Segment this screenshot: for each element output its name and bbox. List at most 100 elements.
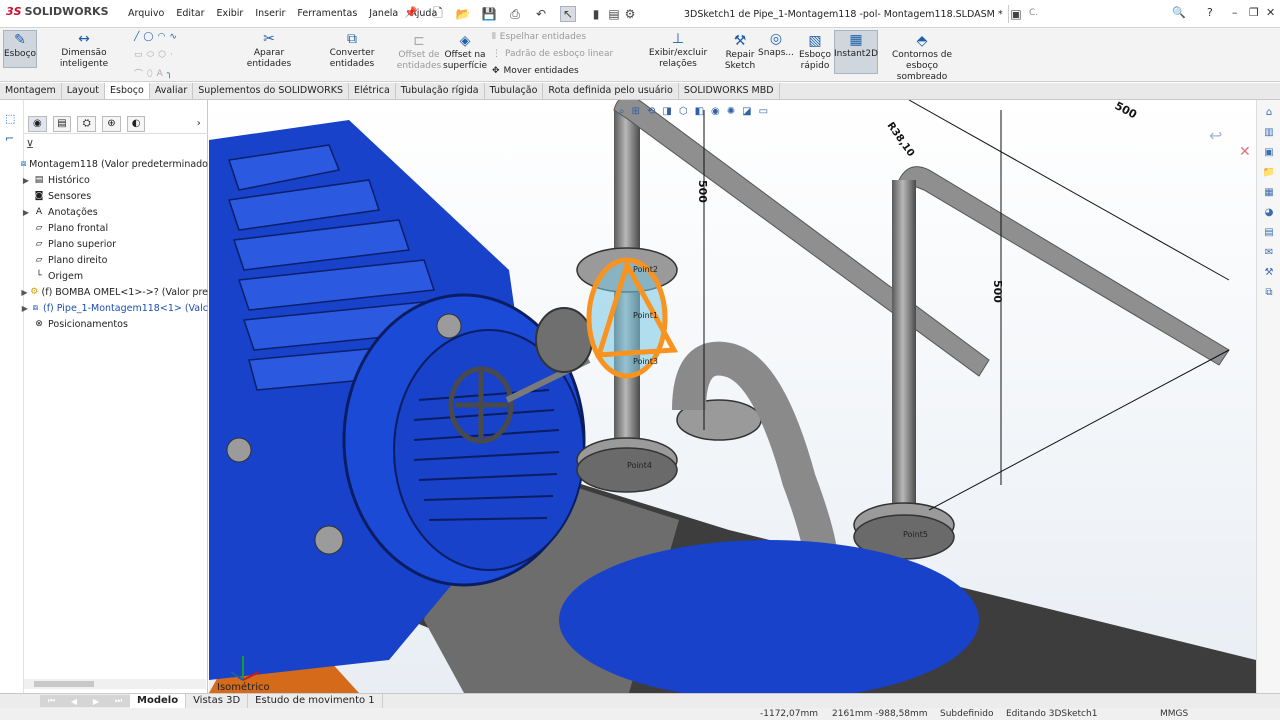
sketch-3d-icon[interactable]: ⬚ bbox=[5, 112, 15, 125]
tab-solidworks-mbd[interactable]: SOLIDWORKS MBD bbox=[679, 83, 780, 99]
mirror-entities-button[interactable]: ⫴ Espelhar entidades bbox=[492, 32, 586, 42]
point-label[interactable]: Point3 bbox=[633, 357, 658, 366]
expand-arrow-icon[interactable]: ▶ bbox=[20, 304, 30, 313]
display-relations-button[interactable]: ⊥ Exibir/excluir relações bbox=[632, 30, 724, 70]
status-units[interactable]: MMGS bbox=[1160, 709, 1188, 719]
tree-item-historico[interactable]: ▶ ▤ Histórico bbox=[20, 172, 208, 188]
search-input[interactable]: C. bbox=[1008, 5, 1170, 23]
route-icon[interactable]: ⌐ bbox=[5, 132, 14, 145]
expand-arrow-icon[interactable]: ▶ bbox=[20, 208, 32, 217]
tree-item-plano-frontal[interactable]: ▱ Plano frontal bbox=[20, 220, 208, 236]
horizontal-scrollbar[interactable] bbox=[24, 679, 206, 689]
menu-janela[interactable]: Janela bbox=[363, 8, 404, 19]
linear-pattern-button[interactable]: ⋮ Padrão de esboço linear bbox=[492, 49, 613, 59]
confirm-sketch-icon[interactable]: ↩ bbox=[1209, 126, 1222, 145]
esboco-button[interactable]: ✎ Esboço bbox=[3, 30, 37, 68]
rapid-sketch-button[interactable]: ▧ Esboço rápido bbox=[797, 32, 833, 72]
dimxpert-tab-icon[interactable]: ⊕ bbox=[102, 115, 121, 132]
tree-root[interactable]: ⧈ Montagem118 (Valor predeterminado bbox=[20, 156, 208, 172]
configuration-manager-tab-icon[interactable]: ⛭ bbox=[77, 115, 97, 132]
menu-inserir[interactable]: Inserir bbox=[249, 8, 291, 19]
display-manager-tab-icon[interactable]: ◐ bbox=[126, 115, 146, 132]
tree-item-posicionamentos[interactable]: ⊗ Posicionamentos bbox=[20, 316, 208, 332]
previous-view-icon[interactable]: ⟲ bbox=[647, 106, 655, 117]
options-gear-icon[interactable]: ⚙ bbox=[622, 6, 638, 22]
toolbox-icon[interactable]: ⚒ bbox=[1260, 264, 1278, 280]
tab-modelo[interactable]: Modelo bbox=[130, 694, 187, 708]
app-logo[interactable]: 3S SOLIDWORKS bbox=[6, 5, 109, 18]
tree-item-plano-superior[interactable]: ▱ Plano superior bbox=[20, 236, 208, 252]
fillet-tool[interactable]: ⌒ ⬯ A ╮ bbox=[134, 67, 172, 81]
menu-arquivo[interactable]: Arquivo bbox=[122, 8, 170, 19]
zoom-area-icon[interactable]: ⊞ bbox=[632, 106, 640, 117]
graphics-area[interactable]: 500 500 500 R38,10 Point2 Point1 Point3 … bbox=[209, 100, 1256, 693]
point-label[interactable]: Point4 bbox=[627, 461, 652, 470]
new-document-icon[interactable]: 🗋 bbox=[430, 6, 446, 22]
feature-tree-tab-icon[interactable]: ◉ bbox=[28, 115, 47, 132]
expand-arrow-icon[interactable]: ▶ bbox=[20, 176, 32, 185]
tab-eletrica[interactable]: Elétrica bbox=[349, 83, 396, 99]
tree-item-pipe[interactable]: ▶ ⧈ (f) Pipe_1-Montagem118<1> (Valc bbox=[20, 300, 208, 316]
tab-montagem[interactable]: Montagem bbox=[0, 83, 62, 99]
home-icon[interactable]: ⌂ bbox=[1260, 104, 1278, 120]
menu-ferramentas[interactable]: Ferramentas bbox=[291, 8, 363, 19]
minimize-button[interactable]: – bbox=[1232, 6, 1238, 19]
forum-icon[interactable]: ✉ bbox=[1260, 244, 1278, 260]
open-folder-icon[interactable]: 📂 bbox=[455, 6, 471, 22]
rebuild-icon[interactable]: ▮ bbox=[588, 6, 604, 22]
zoom-fit-icon[interactable]: ⌕ bbox=[619, 106, 625, 117]
display-style-icon[interactable]: ◧ bbox=[695, 106, 704, 117]
tab-vistas-3d[interactable]: Vistas 3D bbox=[186, 694, 249, 708]
hide-show-icon[interactable]: ◉ bbox=[711, 106, 720, 117]
tree-item-bomba[interactable]: ▶ ⚙ (f) BOMBA OMEL<1>->? (Valor pre bbox=[20, 284, 208, 300]
dimension-label[interactable]: 500 bbox=[991, 280, 1004, 303]
design-library-icon[interactable]: ▣ bbox=[1260, 144, 1278, 160]
edit-appearance-icon[interactable]: ✺ bbox=[727, 106, 735, 117]
convert-entities-button[interactable]: ⧉ Converter entidades bbox=[308, 30, 396, 70]
resources-icon[interactable]: ▥ bbox=[1260, 124, 1278, 140]
help-icon[interactable]: ? bbox=[1207, 6, 1213, 19]
instant2d-button[interactable]: ▦ Instant2D bbox=[834, 30, 878, 74]
last-arrow-icon[interactable]: ⏭ bbox=[115, 696, 122, 706]
tab-avaliar[interactable]: Avaliar bbox=[150, 83, 194, 99]
menu-exibir[interactable]: Exibir bbox=[211, 8, 250, 19]
tab-suplementos[interactable]: Suplementos do SOLIDWORKS bbox=[193, 83, 349, 99]
search-icon[interactable]: 🔍 bbox=[1172, 6, 1186, 19]
select-cursor-icon[interactable]: ↖ bbox=[560, 6, 576, 22]
menu-editar[interactable]: Editar bbox=[170, 8, 210, 19]
section-view-icon[interactable]: ◨ bbox=[662, 106, 671, 117]
snaps-button[interactable]: ◎ Snaps... bbox=[758, 30, 794, 59]
first-arrow-icon[interactable]: ⏮ bbox=[48, 696, 55, 706]
next-arrow-icon[interactable]: ▶ bbox=[93, 697, 99, 706]
undo-icon[interactable]: ↶ bbox=[533, 6, 549, 22]
tab-layout[interactable]: Layout bbox=[62, 83, 106, 99]
pin-icon[interactable]: 📌 bbox=[404, 6, 418, 19]
view-palette-icon[interactable]: ▦ bbox=[1260, 184, 1278, 200]
offset-entities-button[interactable]: ⊏ Offset de entidades bbox=[397, 32, 441, 72]
tab-navigation-arrows[interactable]: ⏮ ◀ ▶ ⏭ bbox=[40, 695, 130, 707]
restore-button[interactable]: ❐ bbox=[1249, 6, 1259, 19]
print-icon[interactable]: ⎙ bbox=[507, 6, 523, 22]
point-label[interactable]: Point5 bbox=[903, 530, 928, 539]
property-manager-tab-icon[interactable]: ▤ bbox=[52, 115, 72, 132]
filter-icon[interactable]: ⊻ bbox=[26, 138, 34, 151]
dimension-label[interactable]: 500 bbox=[696, 180, 709, 203]
trim-entities-button[interactable]: ✂ Aparar entidades bbox=[232, 30, 306, 70]
tab-tubulacao[interactable]: Tubulação bbox=[485, 83, 544, 99]
scrollbar-thumb[interactable] bbox=[34, 681, 94, 687]
line-tool[interactable]: ╱ ◯ ◠ ∿ bbox=[134, 32, 177, 42]
tab-rota-definida[interactable]: Rota definida pelo usuário bbox=[543, 83, 679, 99]
file-properties-icon[interactable]: ▤ bbox=[606, 6, 622, 22]
view-settings-icon[interactable]: ▭ bbox=[759, 106, 768, 117]
prev-arrow-icon[interactable]: ◀ bbox=[71, 697, 77, 706]
shaded-sketch-contours-button[interactable]: ⬘ Contornos de esboço sombreado bbox=[880, 32, 964, 83]
custom-properties-icon[interactable]: ▤ bbox=[1260, 224, 1278, 240]
point-label[interactable]: Point1 bbox=[633, 311, 658, 320]
offset-surface-button[interactable]: ◈ Offset na superfície bbox=[443, 32, 487, 72]
rectangle-tool[interactable]: ▭ ⬭ ⬡ · bbox=[134, 50, 173, 60]
tab-tubulacao-rigida[interactable]: Tubulação rígida bbox=[396, 83, 485, 99]
move-entities-button[interactable]: ✥ Mover entidades bbox=[492, 66, 579, 76]
scenes-icon[interactable]: ◪ bbox=[742, 106, 751, 117]
cancel-sketch-icon[interactable]: ✕ bbox=[1239, 144, 1251, 160]
chevron-right-icon[interactable]: › bbox=[189, 116, 208, 132]
